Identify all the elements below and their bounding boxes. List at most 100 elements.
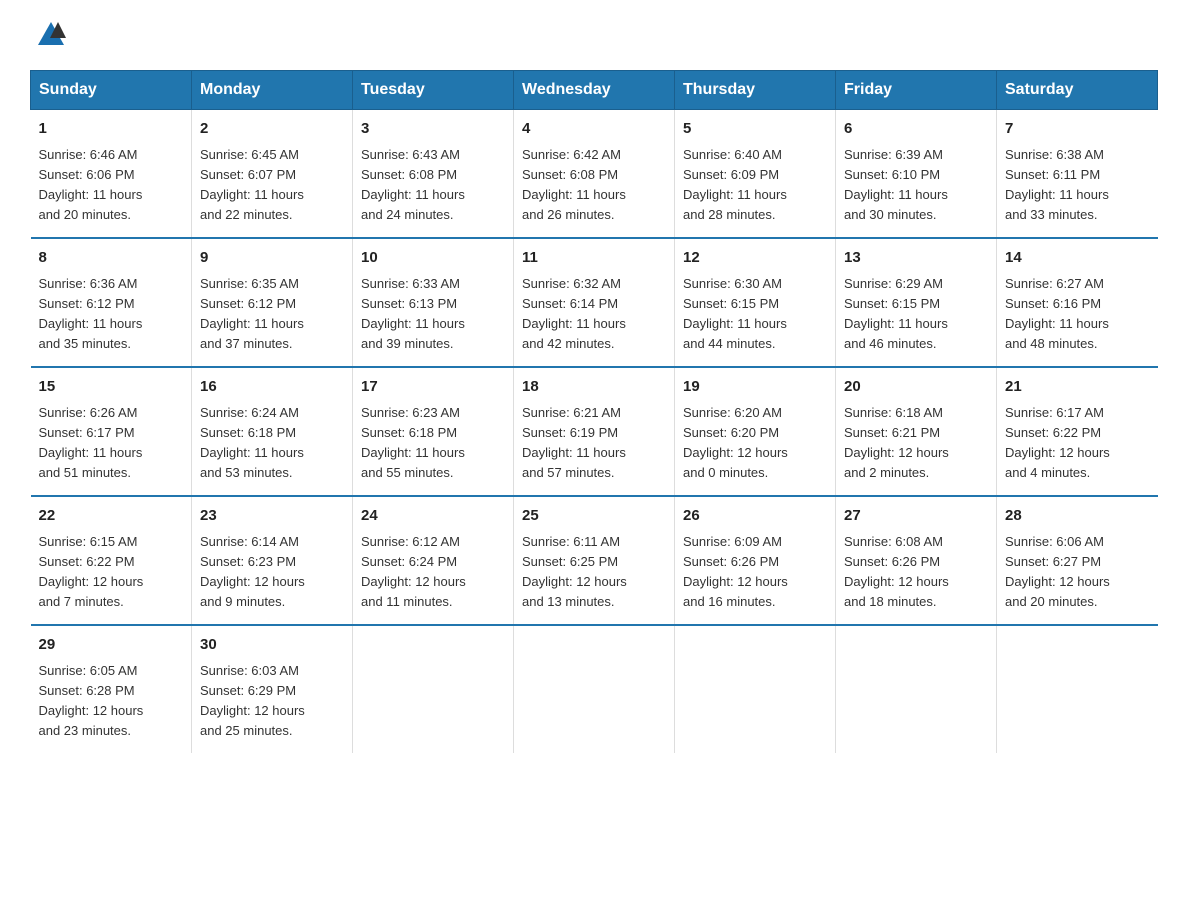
calendar-day-cell: 3 Sunrise: 6:43 AMSunset: 6:08 PMDayligh… — [353, 110, 514, 239]
day-info: Sunrise: 6:09 AMSunset: 6:26 PMDaylight:… — [683, 534, 788, 609]
day-number: 30 — [200, 634, 344, 657]
day-info: Sunrise: 6:27 AMSunset: 6:16 PMDaylight:… — [1005, 276, 1109, 351]
calendar-day-cell: 13 Sunrise: 6:29 AMSunset: 6:15 PMDaylig… — [836, 238, 997, 367]
day-info: Sunrise: 6:40 AMSunset: 6:09 PMDaylight:… — [683, 147, 787, 222]
col-header-saturday: Saturday — [997, 71, 1158, 110]
day-info: Sunrise: 6:35 AMSunset: 6:12 PMDaylight:… — [200, 276, 304, 351]
day-info: Sunrise: 6:17 AMSunset: 6:22 PMDaylight:… — [1005, 405, 1110, 480]
day-info: Sunrise: 6:05 AMSunset: 6:28 PMDaylight:… — [39, 663, 144, 738]
calendar-day-cell: 28 Sunrise: 6:06 AMSunset: 6:27 PMDaylig… — [997, 496, 1158, 625]
day-info: Sunrise: 6:15 AMSunset: 6:22 PMDaylight:… — [39, 534, 144, 609]
day-info: Sunrise: 6:14 AMSunset: 6:23 PMDaylight:… — [200, 534, 305, 609]
day-info: Sunrise: 6:29 AMSunset: 6:15 PMDaylight:… — [844, 276, 948, 351]
day-number: 13 — [844, 247, 988, 270]
day-number: 3 — [361, 118, 505, 141]
calendar-week-row: 8 Sunrise: 6:36 AMSunset: 6:12 PMDayligh… — [31, 238, 1158, 367]
day-info: Sunrise: 6:06 AMSunset: 6:27 PMDaylight:… — [1005, 534, 1110, 609]
day-number: 8 — [39, 247, 184, 270]
day-number: 14 — [1005, 247, 1150, 270]
day-number: 11 — [522, 247, 666, 270]
col-header-monday: Monday — [192, 71, 353, 110]
day-number: 12 — [683, 247, 827, 270]
calendar-day-cell: 12 Sunrise: 6:30 AMSunset: 6:15 PMDaylig… — [675, 238, 836, 367]
day-number: 25 — [522, 505, 666, 528]
calendar-day-cell: 20 Sunrise: 6:18 AMSunset: 6:21 PMDaylig… — [836, 367, 997, 496]
calendar-day-cell: 8 Sunrise: 6:36 AMSunset: 6:12 PMDayligh… — [31, 238, 192, 367]
calendar-day-cell — [353, 625, 514, 753]
day-info: Sunrise: 6:21 AMSunset: 6:19 PMDaylight:… — [522, 405, 626, 480]
calendar-day-cell: 5 Sunrise: 6:40 AMSunset: 6:09 PMDayligh… — [675, 110, 836, 239]
col-header-wednesday: Wednesday — [514, 71, 675, 110]
day-number: 15 — [39, 376, 184, 399]
day-number: 21 — [1005, 376, 1150, 399]
col-header-thursday: Thursday — [675, 71, 836, 110]
day-number: 6 — [844, 118, 988, 141]
day-info: Sunrise: 6:11 AMSunset: 6:25 PMDaylight:… — [522, 534, 627, 609]
calendar-day-cell: 23 Sunrise: 6:14 AMSunset: 6:23 PMDaylig… — [192, 496, 353, 625]
day-info: Sunrise: 6:24 AMSunset: 6:18 PMDaylight:… — [200, 405, 304, 480]
logo — [30, 20, 70, 50]
calendar-day-cell: 30 Sunrise: 6:03 AMSunset: 6:29 PMDaylig… — [192, 625, 353, 753]
day-number: 26 — [683, 505, 827, 528]
day-info: Sunrise: 6:38 AMSunset: 6:11 PMDaylight:… — [1005, 147, 1109, 222]
day-info: Sunrise: 6:12 AMSunset: 6:24 PMDaylight:… — [361, 534, 466, 609]
day-number: 28 — [1005, 505, 1150, 528]
calendar-day-cell — [836, 625, 997, 753]
day-info: Sunrise: 6:20 AMSunset: 6:20 PMDaylight:… — [683, 405, 788, 480]
day-info: Sunrise: 6:18 AMSunset: 6:21 PMDaylight:… — [844, 405, 949, 480]
calendar-day-cell: 9 Sunrise: 6:35 AMSunset: 6:12 PMDayligh… — [192, 238, 353, 367]
calendar-header-row: Sunday Monday Tuesday Wednesday Thursday… — [31, 71, 1158, 110]
calendar-week-row: 1 Sunrise: 6:46 AMSunset: 6:06 PMDayligh… — [31, 110, 1158, 239]
calendar-week-row: 15 Sunrise: 6:26 AMSunset: 6:17 PMDaylig… — [31, 367, 1158, 496]
day-info: Sunrise: 6:33 AMSunset: 6:13 PMDaylight:… — [361, 276, 465, 351]
calendar-week-row: 22 Sunrise: 6:15 AMSunset: 6:22 PMDaylig… — [31, 496, 1158, 625]
calendar-day-cell: 1 Sunrise: 6:46 AMSunset: 6:06 PMDayligh… — [31, 110, 192, 239]
calendar-day-cell: 25 Sunrise: 6:11 AMSunset: 6:25 PMDaylig… — [514, 496, 675, 625]
day-number: 24 — [361, 505, 505, 528]
day-info: Sunrise: 6:30 AMSunset: 6:15 PMDaylight:… — [683, 276, 787, 351]
calendar-day-cell: 18 Sunrise: 6:21 AMSunset: 6:19 PMDaylig… — [514, 367, 675, 496]
col-header-friday: Friday — [836, 71, 997, 110]
logo-icon — [36, 20, 66, 50]
day-number: 7 — [1005, 118, 1150, 141]
day-number: 19 — [683, 376, 827, 399]
calendar-day-cell: 24 Sunrise: 6:12 AMSunset: 6:24 PMDaylig… — [353, 496, 514, 625]
calendar-table: Sunday Monday Tuesday Wednesday Thursday… — [30, 70, 1158, 753]
day-info: Sunrise: 6:42 AMSunset: 6:08 PMDaylight:… — [522, 147, 626, 222]
day-number: 10 — [361, 247, 505, 270]
calendar-day-cell: 16 Sunrise: 6:24 AMSunset: 6:18 PMDaylig… — [192, 367, 353, 496]
calendar-day-cell: 27 Sunrise: 6:08 AMSunset: 6:26 PMDaylig… — [836, 496, 997, 625]
day-number: 17 — [361, 376, 505, 399]
day-info: Sunrise: 6:32 AMSunset: 6:14 PMDaylight:… — [522, 276, 626, 351]
calendar-day-cell: 19 Sunrise: 6:20 AMSunset: 6:20 PMDaylig… — [675, 367, 836, 496]
calendar-day-cell: 10 Sunrise: 6:33 AMSunset: 6:13 PMDaylig… — [353, 238, 514, 367]
calendar-body: 1 Sunrise: 6:46 AMSunset: 6:06 PMDayligh… — [31, 110, 1158, 754]
day-number: 27 — [844, 505, 988, 528]
calendar-week-row: 29 Sunrise: 6:05 AMSunset: 6:28 PMDaylig… — [31, 625, 1158, 753]
col-header-tuesday: Tuesday — [353, 71, 514, 110]
calendar-day-cell: 15 Sunrise: 6:26 AMSunset: 6:17 PMDaylig… — [31, 367, 192, 496]
calendar-day-cell: 14 Sunrise: 6:27 AMSunset: 6:16 PMDaylig… — [997, 238, 1158, 367]
day-info: Sunrise: 6:23 AMSunset: 6:18 PMDaylight:… — [361, 405, 465, 480]
calendar-day-cell: 11 Sunrise: 6:32 AMSunset: 6:14 PMDaylig… — [514, 238, 675, 367]
calendar-day-cell — [997, 625, 1158, 753]
day-info: Sunrise: 6:43 AMSunset: 6:08 PMDaylight:… — [361, 147, 465, 222]
day-number: 18 — [522, 376, 666, 399]
day-info: Sunrise: 6:39 AMSunset: 6:10 PMDaylight:… — [844, 147, 948, 222]
calendar-day-cell: 4 Sunrise: 6:42 AMSunset: 6:08 PMDayligh… — [514, 110, 675, 239]
calendar-day-cell: 26 Sunrise: 6:09 AMSunset: 6:26 PMDaylig… — [675, 496, 836, 625]
day-number: 23 — [200, 505, 344, 528]
day-info: Sunrise: 6:46 AMSunset: 6:06 PMDaylight:… — [39, 147, 143, 222]
day-number: 2 — [200, 118, 344, 141]
day-number: 20 — [844, 376, 988, 399]
day-number: 5 — [683, 118, 827, 141]
calendar-day-cell: 2 Sunrise: 6:45 AMSunset: 6:07 PMDayligh… — [192, 110, 353, 239]
calendar-day-cell: 17 Sunrise: 6:23 AMSunset: 6:18 PMDaylig… — [353, 367, 514, 496]
calendar-day-cell: 22 Sunrise: 6:15 AMSunset: 6:22 PMDaylig… — [31, 496, 192, 625]
day-info: Sunrise: 6:36 AMSunset: 6:12 PMDaylight:… — [39, 276, 143, 351]
day-number: 16 — [200, 376, 344, 399]
calendar-day-cell — [514, 625, 675, 753]
day-number: 9 — [200, 247, 344, 270]
col-header-sunday: Sunday — [31, 71, 192, 110]
day-number: 4 — [522, 118, 666, 141]
